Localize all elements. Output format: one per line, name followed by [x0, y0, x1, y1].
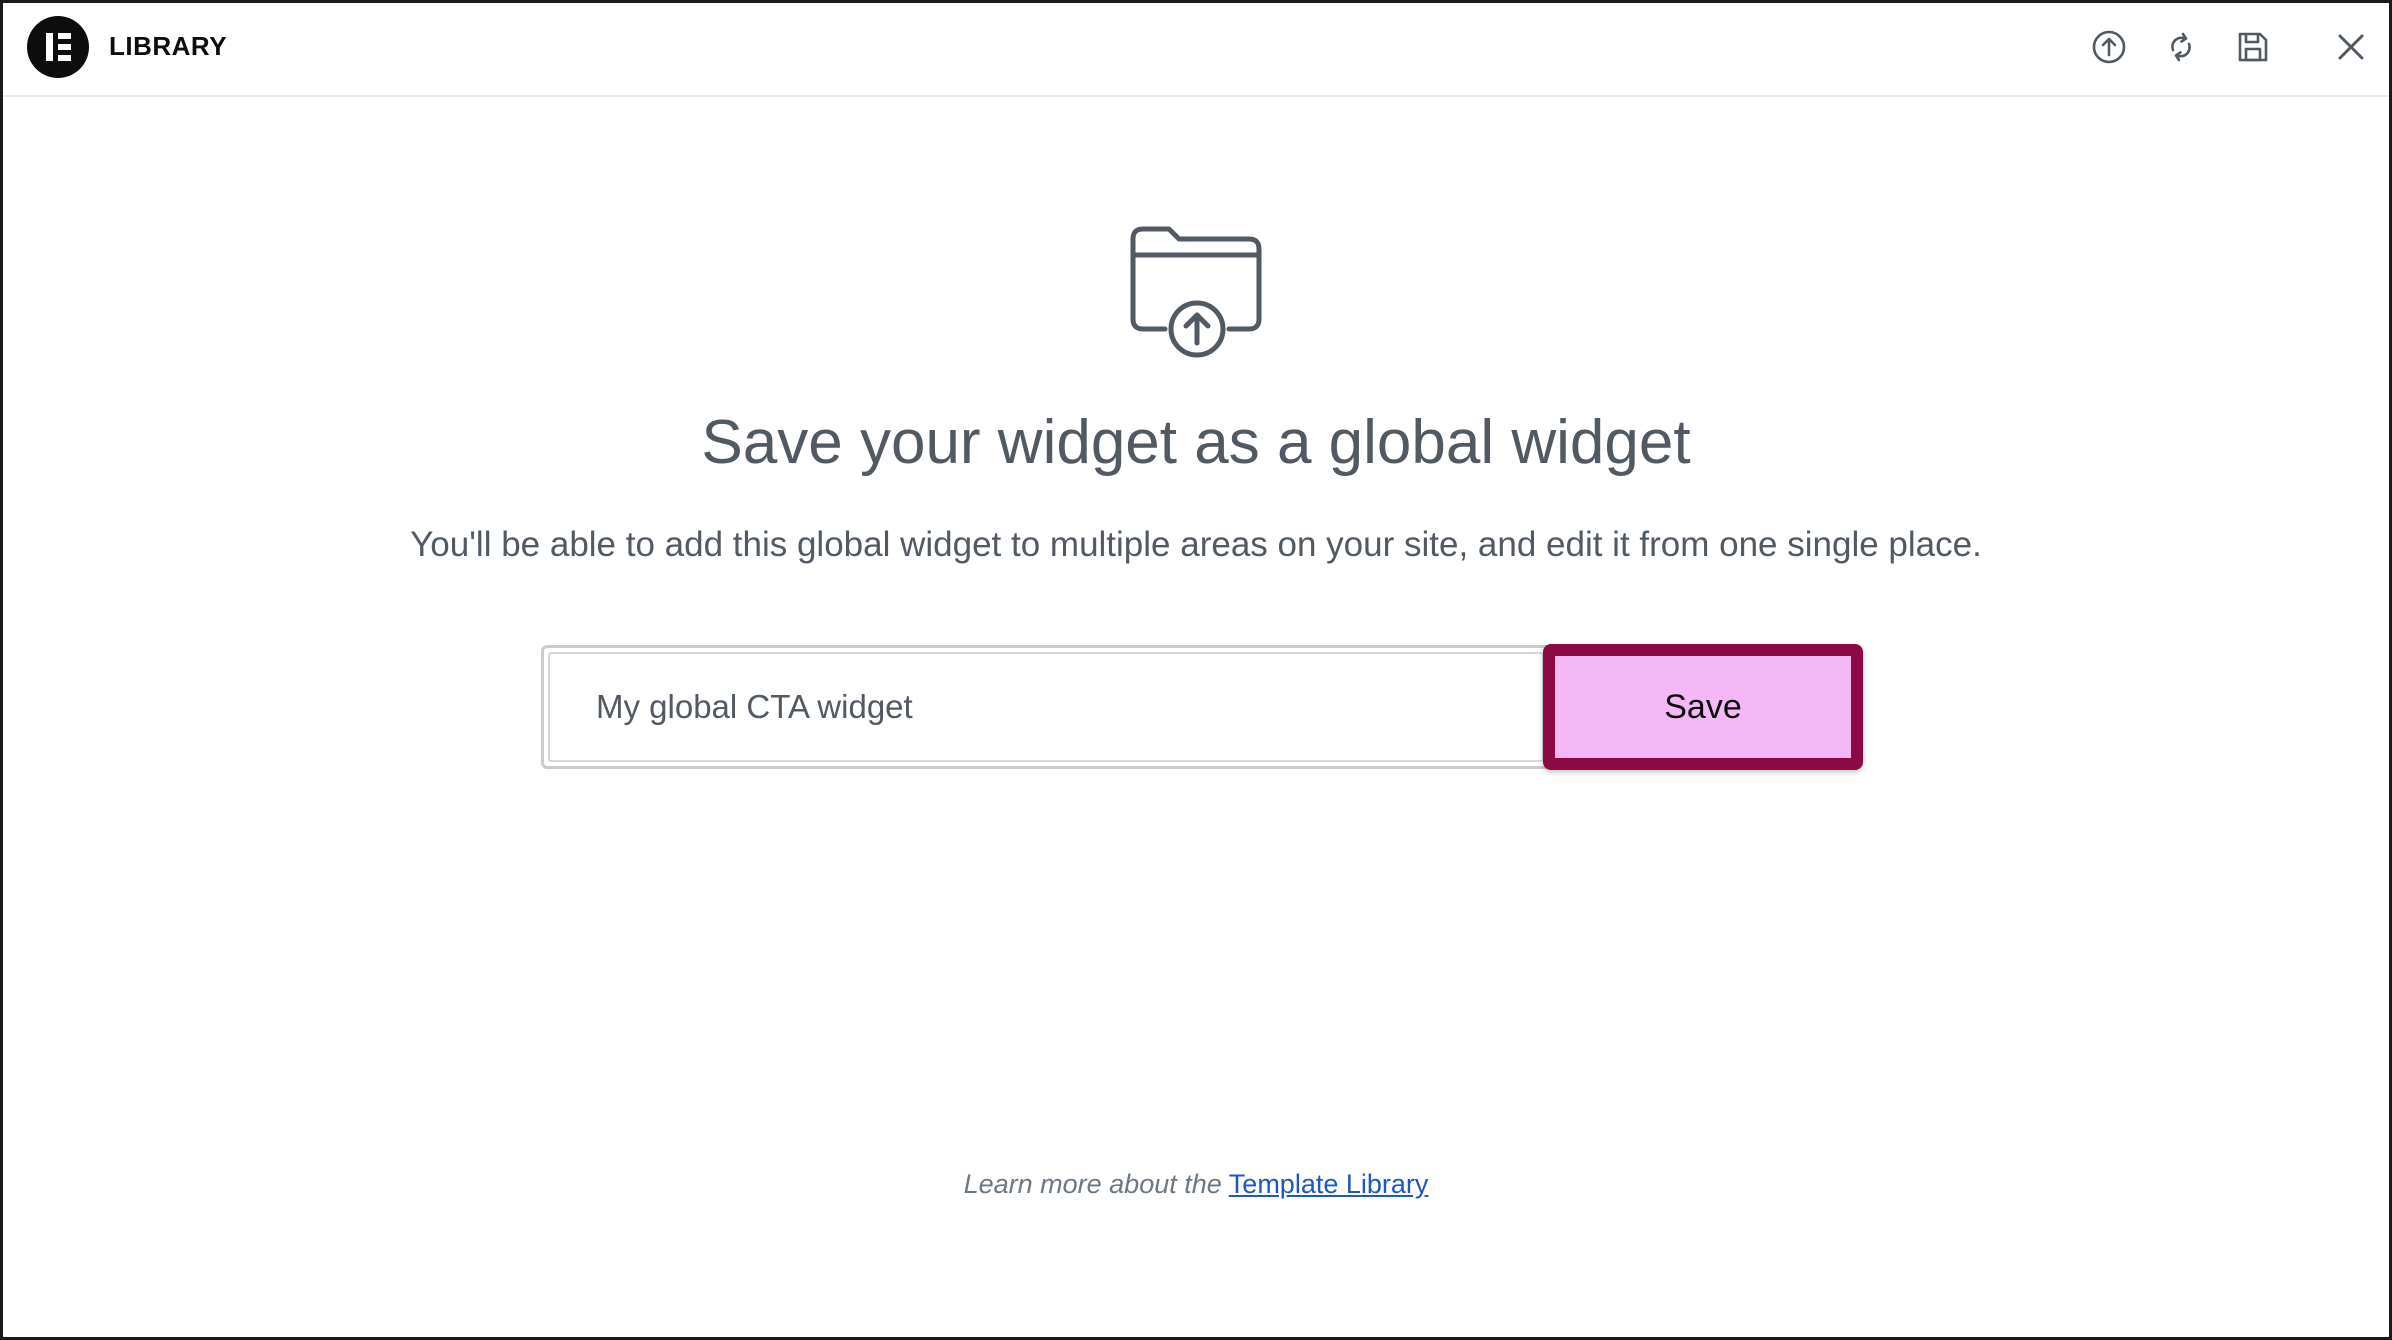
- save-button[interactable]: Save: [1543, 644, 1863, 770]
- sync-icon[interactable]: [2159, 25, 2203, 69]
- page-description: You'll be able to add this global widget…: [410, 525, 1982, 564]
- template-library-link[interactable]: Template Library: [1229, 1169, 1429, 1199]
- modal-title: LIBRARY: [109, 31, 228, 61]
- close-icon[interactable]: [2329, 25, 2373, 69]
- learn-more-text: Learn more about the: [963, 1169, 1222, 1199]
- page-heading: Save your widget as a global widget: [701, 408, 1691, 477]
- save-icon[interactable]: [2231, 25, 2275, 69]
- learn-more-line: Learn more about the Template Library: [3, 1169, 2389, 1200]
- widget-name-input[interactable]: [550, 654, 1542, 760]
- modal-header: LIBRARY: [3, 3, 2389, 97]
- upload-icon[interactable]: [2087, 25, 2131, 69]
- widget-name-field: [541, 645, 1551, 769]
- folder-upload-icon: [1129, 225, 1269, 361]
- elementor-logo: [27, 16, 89, 78]
- library-modal: LIBRARY Save your widget as a global wid…: [0, 0, 2392, 1340]
